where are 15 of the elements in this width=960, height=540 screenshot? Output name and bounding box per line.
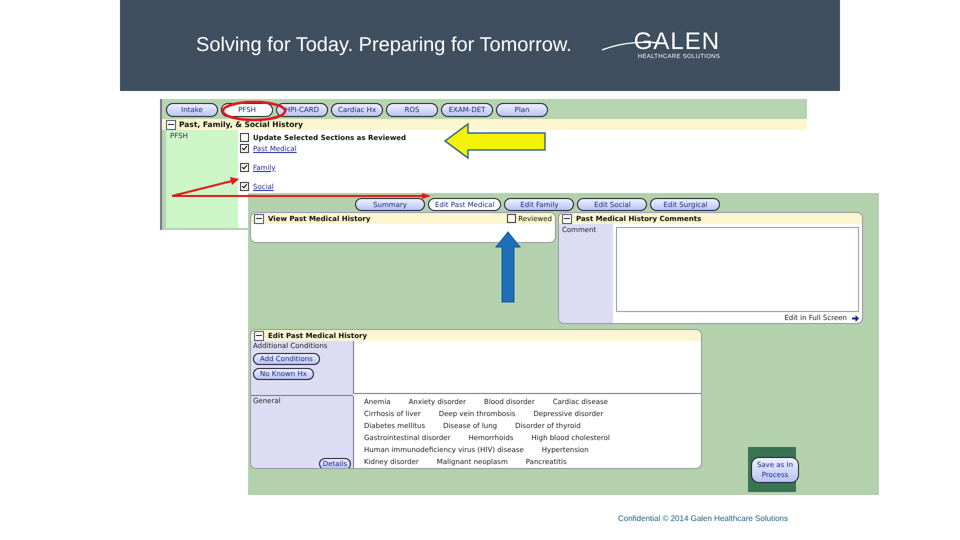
callout-arrow	[494, 231, 522, 302]
collapse-icon[interactable]	[562, 214, 572, 224]
arrow-right-icon[interactable]	[852, 314, 859, 322]
collapse-icon[interactable]	[254, 214, 264, 224]
checkbox[interactable]	[240, 144, 249, 153]
checkbox[interactable]	[240, 182, 249, 191]
footer-text: Confidential © 2014 Galen Healthcare Solutions	[618, 514, 788, 523]
highlight-ring	[222, 100, 286, 122]
collapse-icon[interactable]	[166, 120, 176, 130]
tagline: Solving for Today. Preparing for Tomorrow.	[196, 34, 572, 57]
collapse-icon[interactable]	[254, 330, 264, 340]
checkbox[interactable]	[507, 214, 516, 223]
checkbox[interactable]	[240, 163, 249, 172]
comment-field[interactable]	[616, 227, 859, 312]
checkbox[interactable]	[240, 133, 249, 142]
